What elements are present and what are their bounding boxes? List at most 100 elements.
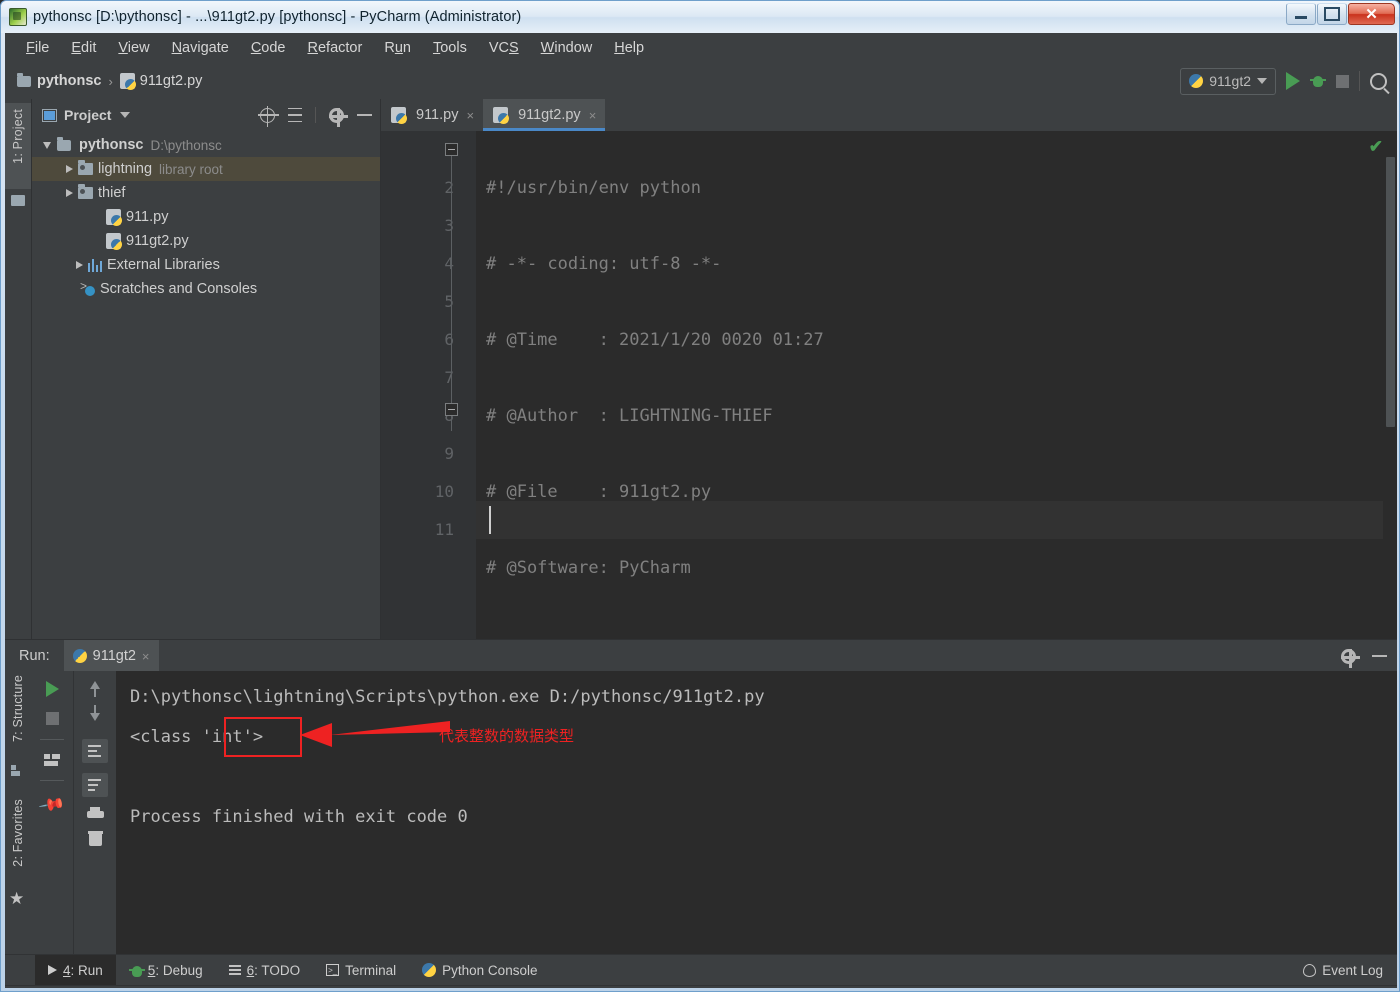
line-number: 4 [444,254,454,273]
menu-help[interactable]: Help [603,36,655,60]
breadcrumb-file[interactable]: 911gt2.py [140,73,203,89]
chevron-down-icon[interactable] [120,112,131,118]
search-icon[interactable] [1370,72,1387,90]
tool-button-run[interactable]: 4: Run [35,955,116,985]
close-button[interactable]: ✕ [1348,3,1395,25]
menu-view[interactable]: View [107,36,160,60]
menu-file[interactable]: File [15,36,60,60]
close-icon[interactable]: × [589,108,597,123]
chevron-right-icon[interactable] [62,165,76,173]
line-number-gutter[interactable]: 1 2 3 4 5 6 7 8 9 10 11 [381,131,476,639]
python-file-icon [119,73,136,90]
editor-tabs: 911.py × 911gt2.py × [381,99,1397,131]
tool-button-terminal[interactable]: >_ Terminal [313,955,409,985]
tool-button-todo[interactable]: 6: TODO [216,955,314,985]
run-configuration-selector[interactable]: 911gt2 [1180,67,1276,95]
settings-gear-icon[interactable] [329,107,348,127]
print-icon[interactable] [86,807,104,821]
structure-icon [11,765,20,776]
line-number: 7 [444,368,454,387]
line-number: 9 [444,444,454,463]
close-icon[interactable]: × [466,108,474,123]
minimize-button[interactable] [1286,3,1316,25]
menu-code[interactable]: Code [240,36,297,60]
menu-refactor[interactable]: Refactor [297,36,374,60]
sidebar-item-project[interactable]: 1: Project [11,109,25,164]
soft-wrap-icon[interactable] [82,739,108,763]
code-area[interactable]: 1 2 3 4 5 6 7 8 9 10 11 [381,131,1397,920]
tool-button-python-console[interactable]: Python Console [409,955,550,985]
up-arrow-icon[interactable] [90,681,100,697]
sidebar-item-structure[interactable]: 7: Structure [11,675,25,742]
python-icon [422,963,437,977]
project-tree: pythonsc D:\pythonsc lightning library r… [32,131,380,301]
run-tab-911gt2[interactable]: 911gt2 × [63,640,159,672]
console-output[interactable]: D:\pythonsc\lightning\Scripts\python.exe… [116,671,1397,954]
settings-gear-icon[interactable] [1341,648,1360,668]
menu-run[interactable]: Run [373,36,422,60]
fold-marker-body[interactable] [445,403,458,416]
menu-edit[interactable]: Edit [60,36,107,60]
menu-window[interactable]: Window [530,36,604,60]
fold-marker-header[interactable] [445,143,458,156]
layout-icon[interactable] [44,754,60,766]
editor-tab-911-py[interactable]: 911.py × [381,99,483,131]
tool-button-label: Python Console [442,962,538,978]
editor-scrollbar[interactable] [1383,131,1397,639]
hide-icon[interactable] [1372,655,1387,657]
tree-item-scratches-and-consoles[interactable]: Scratches and Consoles [32,277,380,301]
tree-item-pythonsc[interactable]: pythonsc D:\pythonsc [32,133,380,157]
run-tool-window: Run: 911gt2 × 7: Structure 2: Favorites … [5,639,1397,954]
run-toolbar-right [74,671,116,954]
chevron-down-icon[interactable] [40,141,54,149]
breadcrumb-project[interactable]: pythonsc [37,73,101,89]
tree-item-external-libraries[interactable]: External Libraries [32,253,380,277]
event-log-button[interactable]: Event Log [1303,955,1383,985]
line-number: 3 [444,216,454,235]
scroll-to-end-icon[interactable] [82,773,108,797]
line-number: 10 [434,482,454,501]
menu-vcs[interactable]: VCS [478,36,530,60]
debug-icon[interactable] [1310,74,1326,89]
tree-sublabel: library root [159,161,223,177]
folder-icon [17,72,31,87]
code-line-5: # @File : 911gt2.py [486,482,712,502]
tree-item-lightning[interactable]: lightning library root [32,157,380,181]
sidebar-item-favorites[interactable]: 2: Favorites [11,799,25,867]
chevron-right-icon[interactable] [72,261,86,269]
tree-item-911-py[interactable]: 911.py [32,205,380,229]
menu-navigate[interactable]: Navigate [161,36,240,60]
tool-button-debug[interactable]: 5: Debug [116,955,216,985]
collapse-all-icon[interactable] [288,107,302,123]
pin-icon[interactable]: 📌 [38,791,66,820]
tree-item-thief[interactable]: thief [32,181,380,205]
scrollbar-thumb[interactable] [1386,157,1395,427]
editor-tab-911gt2-py[interactable]: 911gt2.py × [483,99,606,131]
python-icon [1189,74,1204,88]
run-configuration-name: 911gt2 [1209,73,1251,89]
locate-icon[interactable] [258,105,279,127]
stop-icon[interactable] [1336,74,1349,88]
close-icon[interactable]: × [142,649,150,664]
inspection-status-icon[interactable]: ✔ [1369,137,1383,157]
python-file-icon [493,107,510,124]
down-arrow-icon[interactable] [90,705,100,721]
tree-item-911gt2-py[interactable]: 911gt2.py [32,229,380,253]
run-icon[interactable] [1286,72,1300,90]
todo-list-icon [228,965,241,975]
rerun-icon[interactable] [45,681,59,697]
navigation-bar: pythonsc › 911gt2.py 911gt2 [5,63,1397,99]
title-bar: pythonsc [D:\pythonsc] - ...\911gt2.py [… [1,1,1399,33]
hide-icon[interactable] [357,114,372,116]
trash-icon[interactable] [87,831,103,846]
stop-icon[interactable] [45,712,59,725]
code-line-6: # @Software: PyCharm [486,558,691,578]
toolbar-divider [1359,71,1360,91]
run-panel-header: Run: 911gt2 × [5,639,1397,672]
maximize-button[interactable] [1317,3,1347,25]
chevron-right-icon[interactable] [62,189,76,197]
star-icon: ★ [9,889,25,908]
run-panel-label: Run: [19,648,50,664]
menu-tools[interactable]: Tools [422,36,478,60]
code-text[interactable]: #!/usr/bin/env python # -*- coding: utf-… [476,131,1397,920]
